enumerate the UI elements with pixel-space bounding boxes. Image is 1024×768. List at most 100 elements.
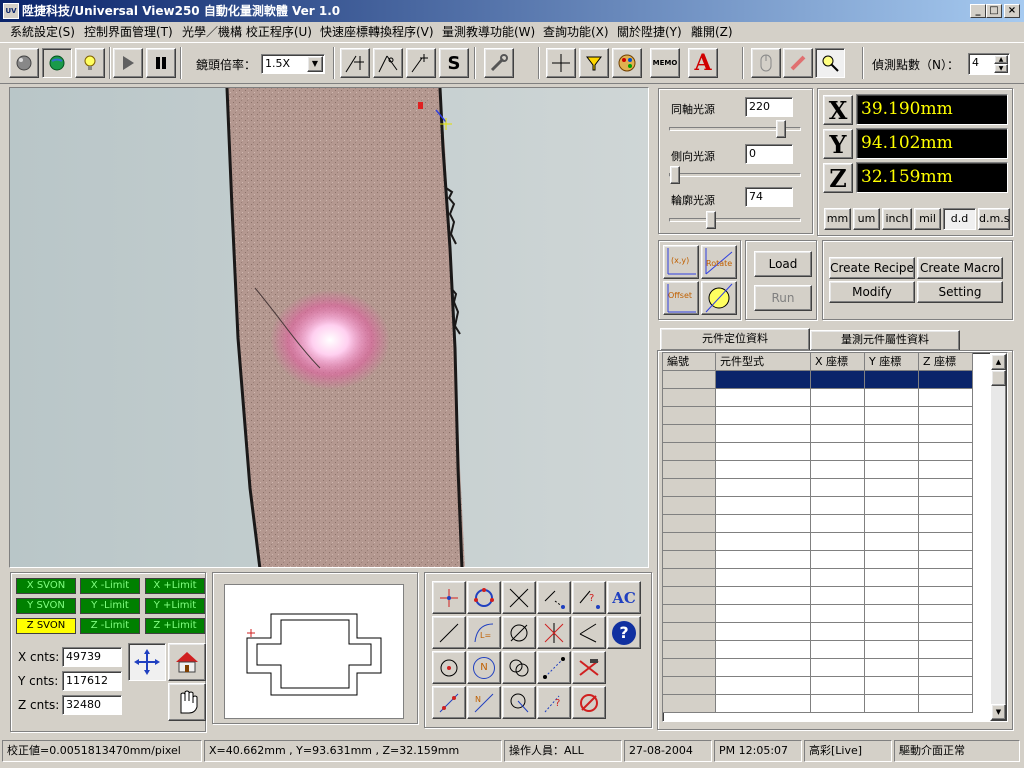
table-cell[interactable] (716, 515, 811, 533)
table-cell[interactable] (811, 371, 865, 389)
row-header[interactable] (663, 479, 716, 497)
table-cell[interactable] (811, 677, 865, 695)
unit-dd-button[interactable]: d.d (943, 208, 976, 230)
table-cell[interactable] (865, 623, 919, 641)
wrench-icon[interactable] (484, 48, 514, 78)
contour-light-slider[interactable] (669, 211, 801, 229)
clear-circle-tool-icon[interactable] (572, 686, 606, 719)
table-cell[interactable] (865, 587, 919, 605)
table-cell[interactable] (811, 623, 865, 641)
slider-thumb[interactable] (776, 120, 786, 138)
table-cell[interactable] (919, 569, 973, 587)
table-cell[interactable] (865, 461, 919, 479)
table-cell[interactable] (919, 407, 973, 425)
maximize-button[interactable]: □ (986, 4, 1002, 18)
camera-view[interactable] (9, 87, 649, 568)
globe-icon[interactable] (42, 48, 72, 78)
part-preview[interactable] (224, 584, 404, 719)
spin-up-icon[interactable]: ▲ (994, 55, 1008, 64)
menu-teach[interactable]: 量測教導功能(W) (442, 22, 535, 42)
pointer-select-icon[interactable] (815, 48, 845, 78)
table-cell[interactable] (919, 497, 973, 515)
z-counts-input[interactable]: 32480 (62, 695, 122, 715)
table-cell[interactable] (865, 443, 919, 461)
funnel-icon[interactable] (579, 48, 609, 78)
row-header[interactable] (663, 551, 716, 569)
y-counts-input[interactable]: 117612 (62, 671, 122, 691)
column-header-z[interactable]: Z 座標 (919, 353, 973, 371)
run-button[interactable]: Run (754, 285, 812, 311)
circle-diameter-tool-icon[interactable] (502, 616, 536, 649)
edge-point-icon[interactable] (406, 48, 436, 78)
table-cell[interactable] (716, 371, 811, 389)
table-cell[interactable] (865, 425, 919, 443)
line-tool-icon[interactable] (432, 616, 466, 649)
table-cell[interactable] (865, 551, 919, 569)
angle-query-tool-icon[interactable]: ? (572, 581, 606, 614)
table-cell[interactable] (716, 623, 811, 641)
table-cell[interactable] (811, 569, 865, 587)
contour-light-input[interactable]: 74 (745, 187, 793, 207)
slider-thumb[interactable] (670, 166, 680, 184)
home-icon[interactable] (168, 643, 206, 681)
gray-ball-icon[interactable] (9, 48, 39, 78)
row-header[interactable] (663, 371, 716, 389)
table-cell[interactable] (811, 443, 865, 461)
edge-detect-icon[interactable] (340, 48, 370, 78)
table-cell[interactable] (811, 515, 865, 533)
tab-measurement-properties[interactable]: 量測元件屬性資料 (810, 330, 960, 350)
row-header[interactable] (663, 407, 716, 425)
table-cell[interactable] (919, 551, 973, 569)
slider-thumb[interactable] (706, 211, 716, 229)
table-cell[interactable] (811, 425, 865, 443)
table-cell[interactable] (919, 605, 973, 623)
row-header[interactable] (663, 497, 716, 515)
table-cell[interactable] (716, 659, 811, 677)
table-cell[interactable] (716, 461, 811, 479)
circle-tool-icon[interactable] (467, 581, 501, 614)
minimize-button[interactable]: _ (970, 4, 986, 18)
row-header[interactable] (663, 569, 716, 587)
create-recipe-button[interactable]: Create Recipe (829, 257, 915, 279)
table-cell[interactable] (919, 443, 973, 461)
row-header[interactable] (663, 533, 716, 551)
menu-about[interactable]: 關於陞捷(Y) (617, 22, 682, 42)
table-cell[interactable] (919, 425, 973, 443)
points-spinner[interactable]: 4 ▲ ▼ (968, 53, 1010, 75)
table-cell[interactable] (919, 479, 973, 497)
table-cell[interactable] (865, 641, 919, 659)
dashed-line-tool-icon[interactable] (537, 651, 571, 684)
scrollbar-thumb[interactable] (991, 370, 1006, 386)
table-cell[interactable] (716, 407, 811, 425)
row-header[interactable] (663, 443, 716, 461)
eraser-icon[interactable] (783, 48, 813, 78)
menu-control-interface[interactable]: 控制界面管理(T) (84, 22, 173, 42)
table-cell[interactable] (716, 695, 811, 713)
row-header[interactable] (663, 677, 716, 695)
table-cell[interactable] (865, 515, 919, 533)
setting-button[interactable]: Setting (917, 281, 1003, 303)
table-cell[interactable] (811, 551, 865, 569)
xy-origin-icon[interactable]: (x,y) (663, 245, 699, 279)
table-cell[interactable] (811, 533, 865, 551)
circle-center-tool-icon[interactable] (432, 651, 466, 684)
line-n-tool-icon[interactable]: N (467, 686, 501, 719)
close-button[interactable]: × (1004, 4, 1020, 18)
table-cell[interactable] (716, 551, 811, 569)
table-cell[interactable] (811, 695, 865, 713)
column-header-x[interactable]: X 座標 (811, 353, 865, 371)
row-header[interactable] (663, 515, 716, 533)
chevron-down-icon[interactable]: ▼ (307, 56, 323, 72)
menu-calibration[interactable]: 光學／機構 校正程序(U) (182, 22, 312, 42)
table-cell[interactable] (716, 425, 811, 443)
table-cell[interactable] (865, 569, 919, 587)
table-cell[interactable] (865, 677, 919, 695)
table-cell[interactable] (865, 533, 919, 551)
menu-exit[interactable]: 離開(Z) (691, 22, 733, 42)
pause-icon[interactable] (146, 48, 176, 78)
cross-lines-tool-icon[interactable] (537, 616, 571, 649)
table-cell[interactable] (919, 587, 973, 605)
modify-button[interactable]: Modify (829, 281, 915, 303)
table-cell[interactable] (811, 389, 865, 407)
menu-query[interactable]: 查詢功能(X) (543, 22, 609, 42)
